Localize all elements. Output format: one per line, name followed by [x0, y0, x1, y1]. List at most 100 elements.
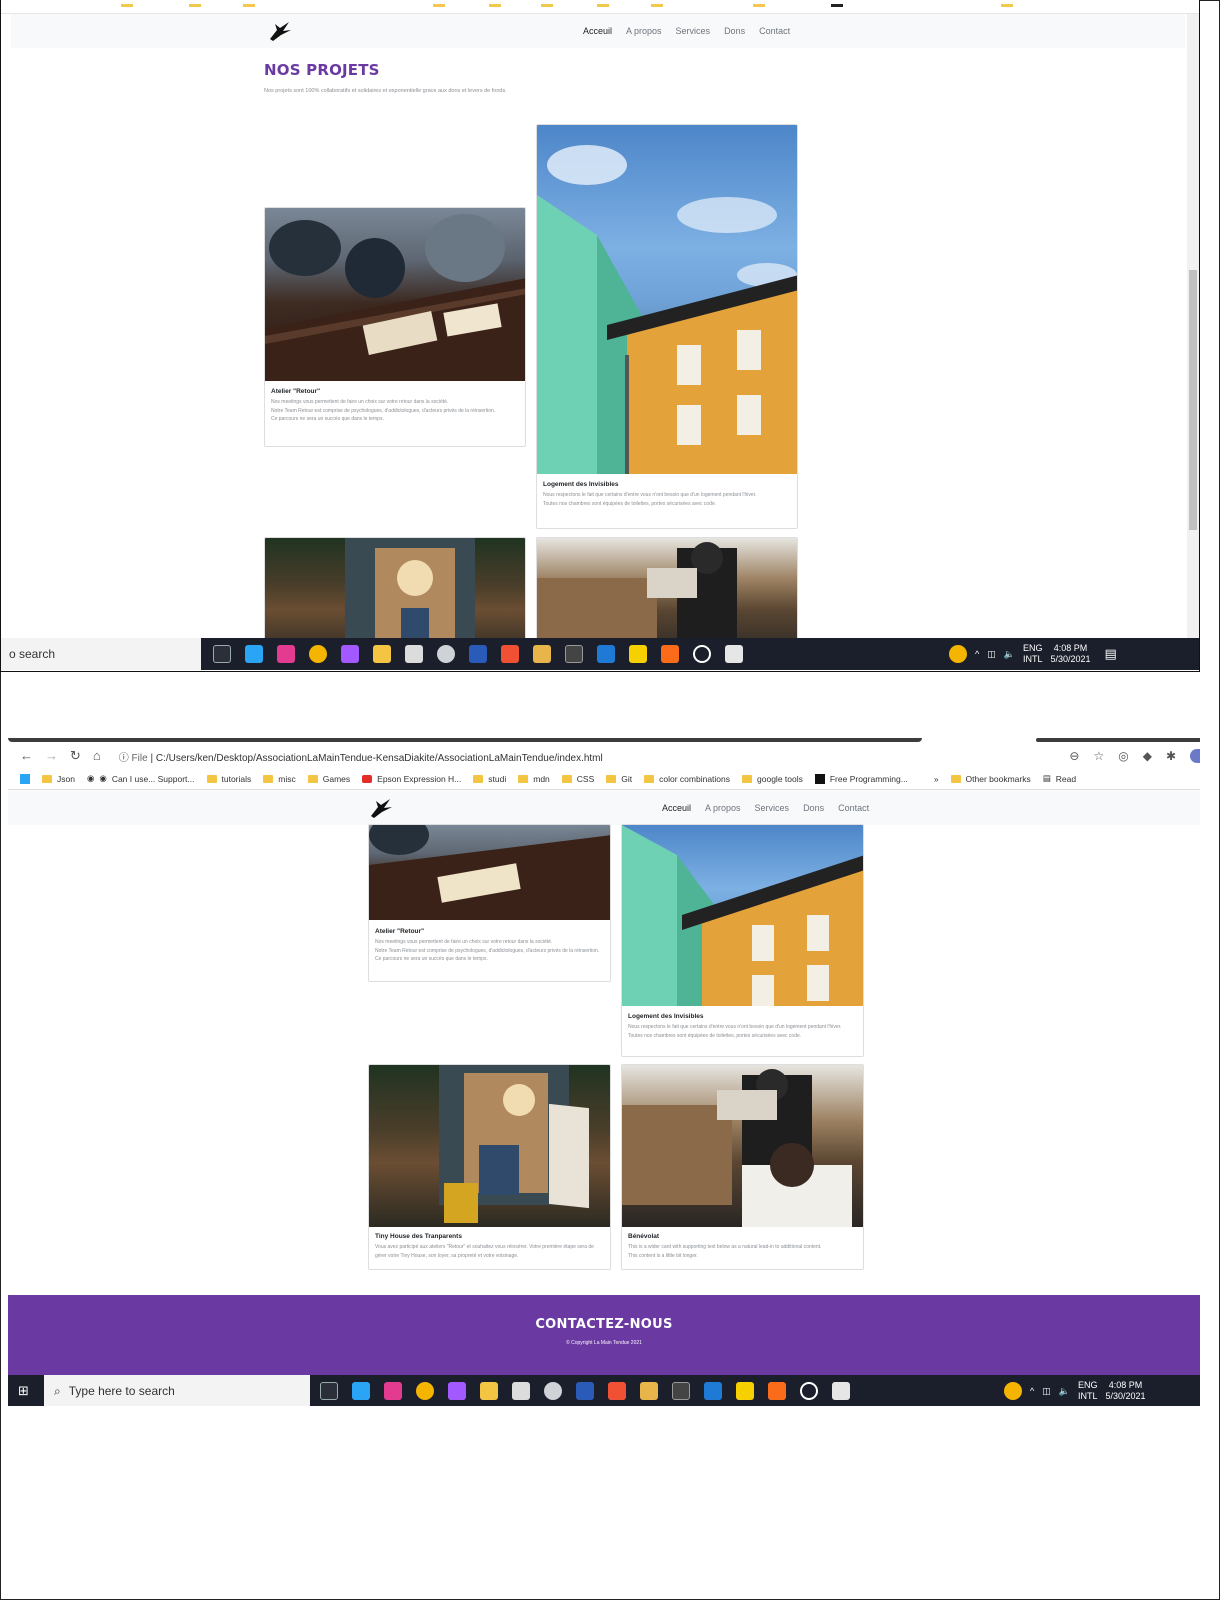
- network-icon[interactable]: ◫: [987, 649, 996, 660]
- page-scrollbar[interactable]: [1187, 14, 1199, 638]
- forward-icon[interactable]: →: [45, 748, 58, 764]
- bookmarks-more[interactable]: »: [934, 774, 939, 784]
- app-icon[interactable]: [384, 1382, 402, 1400]
- card-title: Logement des Invisibles: [543, 481, 619, 488]
- bookmark-studi[interactable]: studi: [473, 774, 506, 784]
- word-icon[interactable]: [469, 645, 487, 663]
- hand-logo-icon[interactable]: [267, 20, 293, 42]
- volume-icon[interactable]: 🔈: [1004, 649, 1015, 660]
- profile-avatar[interactable]: [1190, 749, 1200, 763]
- app-icon[interactable]: [640, 1382, 658, 1400]
- gear-icon[interactable]: [437, 645, 455, 663]
- git-icon[interactable]: [501, 645, 519, 663]
- volume-icon[interactable]: 🔈: [1059, 1386, 1070, 1397]
- bookmark-css[interactable]: CSS: [561, 774, 594, 784]
- network-icon[interactable]: ◫: [1042, 1386, 1051, 1397]
- nav-a-propos[interactable]: A propos: [705, 803, 741, 813]
- bookmark-tutorials[interactable]: tutorials: [206, 774, 251, 784]
- help-icon[interactable]: [949, 645, 967, 663]
- nav-acceuil[interactable]: Acceuil: [662, 803, 691, 813]
- vscode-icon[interactable]: [245, 645, 263, 663]
- card-title: Tiny House des Tranparents: [375, 1233, 462, 1240]
- chevron-up-icon[interactable]: ^: [975, 649, 979, 659]
- app-icon[interactable]: [277, 645, 295, 663]
- shield-icon[interactable]: [405, 645, 423, 663]
- card-title: Atelier "Retour": [271, 388, 321, 395]
- task-view-icon[interactable]: [320, 1382, 338, 1400]
- app-icon[interactable]: [533, 645, 551, 663]
- home-icon[interactable]: ⌂: [93, 748, 101, 764]
- word-icon[interactable]: [576, 1382, 594, 1400]
- bookmark-google-tools[interactable]: google tools: [742, 774, 803, 784]
- photos-icon[interactable]: [725, 645, 743, 663]
- notification-icon[interactable]: ▤: [1105, 646, 1117, 662]
- clock[interactable]: 4:08 PM 5/30/2021: [1050, 643, 1090, 665]
- bookmark-games[interactable]: Games: [307, 774, 350, 784]
- hand-logo-icon[interactable]: [368, 797, 394, 819]
- app-icon[interactable]: [704, 1382, 722, 1400]
- bookmark-json[interactable]: Json: [42, 774, 75, 784]
- nav-acceuil[interactable]: Acceuil: [583, 26, 612, 36]
- xampp-icon[interactable]: [768, 1382, 786, 1400]
- bookmark-epson[interactable]: Epson Expression H...: [362, 774, 461, 784]
- nav-contact[interactable]: Contact: [759, 26, 790, 36]
- puzzle-icon[interactable]: ✱: [1166, 749, 1176, 763]
- nav-a-propos[interactable]: A propos: [626, 26, 662, 36]
- cropped-bookmarks-strip: [1, 0, 1199, 14]
- extension-icon[interactable]: ◆: [1143, 749, 1152, 763]
- star-icon[interactable]: ☆: [1093, 749, 1104, 763]
- clock[interactable]: 4:08 PM 5/30/2021: [1105, 1380, 1145, 1402]
- bookmark-free-programming[interactable]: Free Programming...: [814, 773, 908, 784]
- project-card: Logement des Invisibles Nous respectons …: [621, 824, 864, 1057]
- vscode-icon[interactable]: [352, 1382, 370, 1400]
- gear-icon[interactable]: [544, 1382, 562, 1400]
- taskbar-search[interactable]: ⌕ Type here to search: [44, 1375, 310, 1406]
- screenshot-bottom: ← → ↻ ⌂ ⓘ File | C:/Users/ken/Desktop/As…: [8, 738, 1200, 1406]
- nav-dons[interactable]: Dons: [724, 26, 745, 36]
- file-explorer-icon[interactable]: [480, 1382, 498, 1400]
- url-field[interactable]: ⓘ File | C:/Users/ken/Desktop/Associatio…: [119, 749, 603, 764]
- chrome-icon[interactable]: [416, 1382, 434, 1400]
- extension-icon[interactable]: ◎: [1118, 749, 1128, 763]
- windows-start-icon[interactable]: ⊞: [18, 1383, 29, 1399]
- reading-list[interactable]: ▤ Read: [1043, 773, 1076, 784]
- back-icon[interactable]: ←: [20, 748, 33, 764]
- shield-icon[interactable]: [512, 1382, 530, 1400]
- app-icon[interactable]: [693, 645, 711, 663]
- language-indicator[interactable]: ENG INTL: [1078, 1380, 1098, 1402]
- taskbar-search[interactable]: o search: [1, 638, 201, 670]
- git-icon[interactable]: [608, 1382, 626, 1400]
- nav-services[interactable]: Services: [676, 26, 711, 36]
- app-icon[interactable]: [800, 1382, 818, 1400]
- apps-icon[interactable]: [20, 773, 30, 784]
- task-view-icon[interactable]: [213, 645, 231, 663]
- xampp-icon[interactable]: [661, 645, 679, 663]
- figma-icon[interactable]: [448, 1382, 466, 1400]
- scrollbar-thumb[interactable]: [1189, 270, 1197, 530]
- bookmark-mdn[interactable]: mdn: [518, 774, 550, 784]
- sticky-notes-icon[interactable]: [629, 645, 647, 663]
- app-icon[interactable]: [597, 645, 615, 663]
- other-bookmarks[interactable]: Other bookmarks: [950, 774, 1031, 784]
- project-card: Tiny House des Tranparents Vous avez par…: [368, 1064, 611, 1270]
- chrome-icon[interactable]: [309, 645, 327, 663]
- bookmark-caniuse[interactable]: ◉ ◉ Can I use... Support...: [87, 773, 195, 784]
- language-indicator[interactable]: ENG INTL: [1023, 643, 1043, 665]
- reload-icon[interactable]: ↻: [70, 748, 81, 764]
- nav-dons[interactable]: Dons: [803, 803, 824, 813]
- terminal-icon[interactable]: [672, 1382, 690, 1400]
- file-explorer-icon[interactable]: [373, 645, 391, 663]
- nav-services[interactable]: Services: [755, 803, 790, 813]
- bookmark-color-combinations[interactable]: color combinations: [644, 774, 730, 784]
- zoom-icon[interactable]: ⊖: [1069, 749, 1079, 763]
- workshop-illustration: [369, 825, 610, 920]
- figma-icon[interactable]: [341, 645, 359, 663]
- nav-contact[interactable]: Contact: [838, 803, 869, 813]
- terminal-icon[interactable]: [565, 645, 583, 663]
- help-icon[interactable]: [1004, 1382, 1022, 1400]
- chevron-up-icon[interactable]: ^: [1030, 1386, 1034, 1396]
- bookmark-git[interactable]: Git: [606, 774, 632, 784]
- sticky-notes-icon[interactable]: [736, 1382, 754, 1400]
- photos-icon[interactable]: [832, 1382, 850, 1400]
- bookmark-misc[interactable]: misc: [263, 774, 296, 784]
